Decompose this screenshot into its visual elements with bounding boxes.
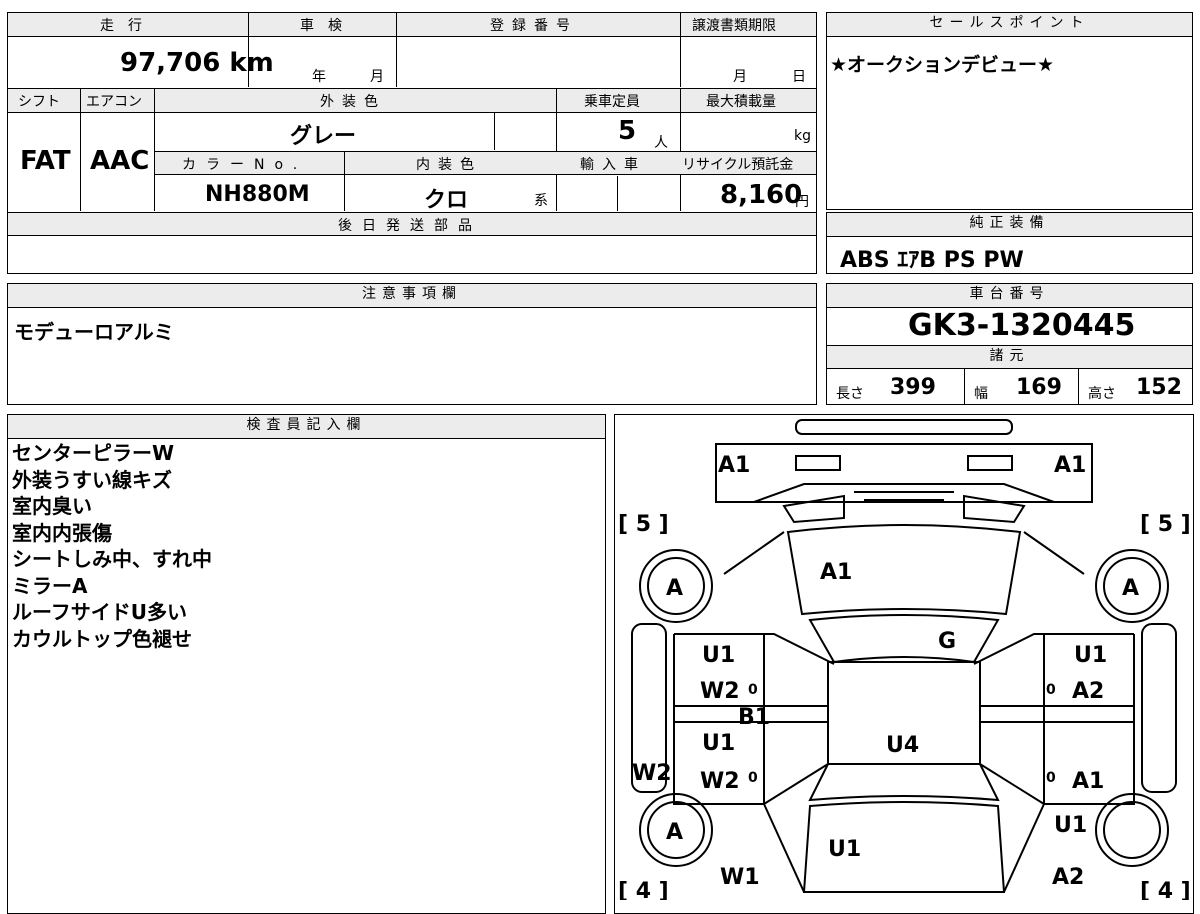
label-right-door1-a: U1 [1074, 643, 1107, 668]
label-right-door1-b: A2 [1072, 679, 1104, 704]
label-zero: 0 [748, 682, 758, 698]
max-load-header: 最大積載量 [706, 94, 776, 110]
inspection-year: 年 [312, 69, 326, 85]
label-right-door2-a: A1 [1072, 769, 1104, 794]
color-no-header: カラーNo. [182, 157, 308, 173]
inspection-header: 車 検 [300, 18, 342, 34]
exterior-color-header: 外装色 [320, 94, 386, 110]
inspection-month: 月 [370, 69, 384, 85]
shift-value: FAT [20, 146, 71, 176]
inspector-line: 室内臭い [12, 494, 92, 518]
deadline-header: 譲渡書類期限 [692, 18, 776, 34]
inspector-line: ルーフサイドU多い [12, 600, 188, 624]
inspector-line: シートしみ中、すれ中 [12, 547, 212, 571]
height-value: 152 [1136, 375, 1182, 400]
label-left-door2-a: U1 [702, 731, 735, 756]
label-front-right: A1 [1054, 453, 1086, 478]
label-zero: 0 [1046, 682, 1056, 698]
interior-suffix: 系 [534, 193, 548, 209]
notes-header: 注意事項欄 [8, 284, 816, 308]
sales-point-box [826, 12, 1193, 210]
aircon-header: エアコン [86, 94, 142, 110]
height-label: 高さ [1088, 386, 1116, 402]
inspector-line: センターピラーW [12, 441, 175, 465]
capacity-value: 5 [618, 116, 637, 146]
car-damage-diagram: A1 A1 A1 G [ 5 ] [ 5 ] [ 4 ] [ 4 ] A A A… [618, 419, 1191, 900]
recycle-unit: 円 [795, 194, 809, 210]
deadline-month: 月 [733, 69, 747, 85]
inspector-header: 検査員記入欄 [8, 415, 605, 439]
recycle-fee-value: 8,160 [720, 180, 803, 210]
label-left-door1-a: U1 [702, 643, 735, 668]
inspector-line: カウルトップ色褪せ [12, 626, 192, 651]
label-right-rear: A2 [1052, 865, 1084, 890]
shift-header: シフト [18, 94, 60, 110]
label-fender-right-bottom: [ 4 ] [1140, 879, 1191, 900]
chassis-number: GK3-1320445 [908, 308, 1136, 343]
label-fender-right-top: [ 5 ] [1140, 512, 1191, 537]
length-label: 長さ [836, 386, 864, 402]
equipment-header: 純正装備 [827, 213, 1192, 237]
mileage-header: 走 行 [100, 18, 142, 34]
aircon-value: AAC [90, 146, 150, 176]
label-bonnet: A1 [820, 560, 852, 585]
label-wheel-fl: A [666, 576, 683, 601]
label-wheel-fr: A [1122, 576, 1139, 601]
import-header: 輸入車 [580, 157, 646, 173]
color-no-value: NH880M [205, 182, 310, 207]
equipment-text: ABS ｴｱB PS PW [840, 248, 1024, 273]
label-left-rear: W1 [720, 865, 760, 890]
notes-text: モデューロアルミ [14, 320, 174, 344]
dimensions-header: 諸元 [827, 345, 1192, 369]
mileage-value: 97,706 km [120, 48, 274, 78]
recycle-header: リサイクル預託金 [682, 157, 794, 173]
deadline-day: 日 [792, 69, 806, 85]
label-roof: U4 [886, 733, 919, 758]
label-left-sill: W2 [632, 761, 672, 786]
inspector-lines: センターピラーW 外装うすい線キズ 室内臭い 室内内張傷 シートしみ中、すれ中 … [12, 440, 212, 652]
inspector-line: 外装うすい線キズ [12, 467, 172, 492]
width-value: 169 [1016, 375, 1062, 400]
label-front-left: A1 [718, 453, 750, 478]
label-windshield: G [938, 629, 956, 654]
label-left-pillar: B1 [738, 705, 770, 730]
load-unit: kg [794, 128, 811, 144]
interior-color-value: クロ [424, 188, 469, 213]
label-fender-left-bottom: [ 4 ] [618, 879, 669, 900]
label-right-quarter: U1 [1054, 813, 1087, 838]
capacity-unit: 人 [654, 135, 668, 151]
registration-header: 登録番号 [490, 18, 578, 34]
capacity-header: 乗車定員 [584, 94, 640, 110]
label-zero: 0 [748, 770, 758, 786]
exterior-color-value: グレー [290, 124, 357, 149]
label-wheel-rl: A [666, 820, 683, 845]
chassis-header: 車台番号 [827, 284, 1192, 308]
sales-point-header: セールスポイント [827, 13, 1192, 37]
length-value: 399 [890, 375, 936, 400]
inspector-line: ミラーA [12, 573, 88, 598]
label-zero: 0 [1046, 770, 1056, 786]
label-left-door1-b: W2 [700, 679, 740, 704]
inspector-line: 室内内張傷 [12, 520, 112, 545]
sales-point-text: ★オークションデビュー★ [830, 54, 1055, 76]
interior-color-header: 内装色 [416, 157, 482, 173]
label-left-door2-b: W2 [700, 769, 740, 794]
label-fender-left-top: [ 5 ] [618, 512, 669, 537]
label-trunk: U1 [828, 837, 861, 862]
later-parts-header: 後日発送部品 [338, 218, 482, 234]
width-label: 幅 [974, 386, 988, 402]
